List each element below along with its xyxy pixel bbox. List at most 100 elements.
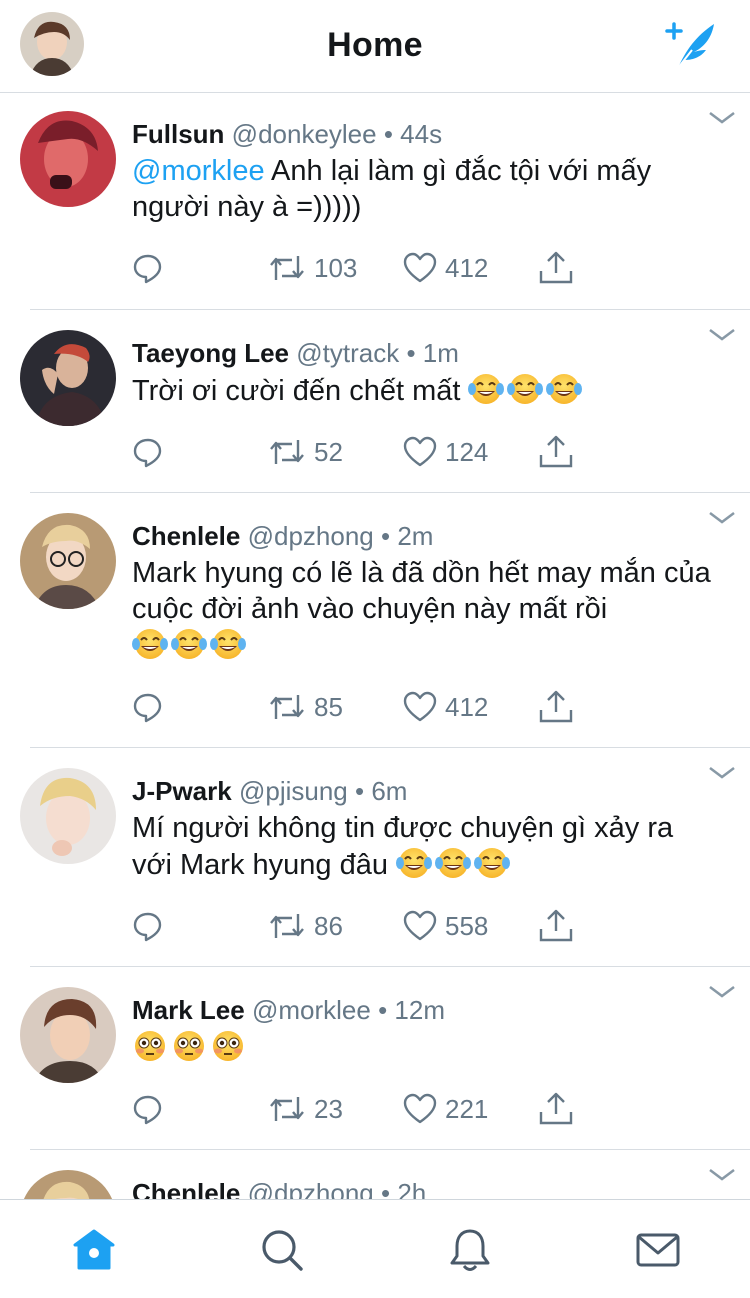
tweet-avatar[interactable] bbox=[20, 513, 116, 609]
heart-icon bbox=[403, 910, 437, 941]
like-button[interactable]: 412 bbox=[403, 248, 488, 288]
display-name[interactable]: Chenlele bbox=[132, 1178, 240, 1199]
like-button[interactable]: 412 bbox=[403, 687, 488, 727]
handle[interactable]: @dpzhong bbox=[248, 521, 374, 551]
like-button[interactable]: 124 bbox=[403, 432, 488, 472]
tweet[interactable]: J-Pwark @pjisung • 6m Mí người không tin… bbox=[0, 748, 750, 967]
chevron-down-icon[interactable] bbox=[708, 766, 736, 780]
share-button[interactable] bbox=[538, 906, 574, 946]
chevron-down-icon[interactable] bbox=[708, 985, 736, 999]
tweet[interactable]: Chenlele @dpzhong • 2m Mark hyung có lẽ … bbox=[0, 493, 750, 748]
bell-icon bbox=[450, 1229, 490, 1271]
tweet-actions: 85 412 bbox=[0, 687, 750, 727]
home-icon bbox=[73, 1229, 115, 1270]
handle[interactable]: @dpzhong bbox=[248, 1178, 374, 1199]
display-name[interactable]: Fullsun bbox=[132, 119, 224, 149]
retweet-count: 103 bbox=[314, 252, 358, 283]
tweet-avatar[interactable] bbox=[20, 330, 116, 426]
tab-home[interactable] bbox=[70, 1226, 118, 1274]
like-count: 412 bbox=[445, 691, 489, 722]
tweet-header: Fullsun @donkeylee • 44s bbox=[132, 119, 442, 150]
display-name[interactable]: Taeyong Lee bbox=[132, 338, 289, 368]
share-icon bbox=[539, 435, 573, 468]
chevron-down-icon[interactable] bbox=[708, 111, 736, 125]
bottom-tab-bar bbox=[0, 1199, 750, 1298]
tweet-actions: 86 558 bbox=[0, 906, 750, 946]
handle[interactable]: @pjisung bbox=[239, 776, 348, 806]
face-with-tears-of-joy-icon bbox=[171, 628, 207, 660]
tweet-header: Taeyong Lee @tytrack • 1m bbox=[132, 338, 459, 369]
tweet-avatar[interactable] bbox=[20, 987, 116, 1083]
reply-icon bbox=[133, 438, 162, 468]
share-button[interactable] bbox=[538, 687, 574, 727]
display-name[interactable]: J-Pwark bbox=[132, 776, 232, 806]
face-with-tears-of-joy-icon bbox=[132, 628, 168, 660]
like-button[interactable]: 221 bbox=[403, 1089, 488, 1129]
tweet[interactable]: Fullsun @donkeylee • 44s @morklee Anh lạ… bbox=[0, 93, 750, 310]
compose-tweet-button[interactable] bbox=[664, 20, 720, 72]
like-button[interactable]: 558 bbox=[403, 906, 488, 946]
tweet-header: J-Pwark @pjisung • 6m bbox=[132, 776, 407, 807]
flushed-face-icon bbox=[134, 1030, 166, 1062]
share-button[interactable] bbox=[538, 432, 574, 472]
handle[interactable]: @tytrack bbox=[296, 338, 399, 368]
tweet-avatar[interactable] bbox=[20, 768, 116, 864]
retweet-button[interactable]: 23 bbox=[268, 1089, 343, 1129]
share-button[interactable] bbox=[538, 1089, 574, 1129]
reply-button[interactable] bbox=[132, 248, 164, 288]
share-button[interactable] bbox=[538, 248, 574, 288]
retweet-icon bbox=[270, 914, 304, 938]
handle[interactable]: @donkeylee bbox=[232, 119, 377, 149]
retweet-button[interactable]: 86 bbox=[268, 906, 343, 946]
tweet-avatar[interactable] bbox=[20, 1170, 116, 1199]
chevron-down-icon[interactable] bbox=[708, 1168, 736, 1182]
display-name[interactable]: Chenlele bbox=[132, 521, 240, 551]
flushed-face-icon bbox=[173, 1030, 205, 1062]
timestamp: • 44s bbox=[383, 119, 443, 149]
retweet-button[interactable]: 52 bbox=[268, 432, 343, 472]
reply-button[interactable] bbox=[132, 432, 164, 472]
retweet-button[interactable]: 85 bbox=[268, 687, 343, 727]
reply-button[interactable] bbox=[132, 687, 164, 727]
tweet[interactable]: Chenlele @dpzhong • 2h bbox=[0, 1150, 750, 1199]
timestamp: • 12m bbox=[378, 995, 445, 1025]
handle[interactable]: @morklee bbox=[252, 995, 371, 1025]
face-with-tears-of-joy-icon bbox=[210, 628, 246, 660]
reply-icon bbox=[133, 693, 162, 723]
reply-icon bbox=[133, 254, 162, 284]
retweet-icon bbox=[270, 695, 304, 719]
chevron-down-icon[interactable] bbox=[708, 328, 736, 342]
share-icon bbox=[539, 690, 573, 723]
like-count: 412 bbox=[445, 252, 489, 283]
chevron-down-icon[interactable] bbox=[708, 511, 736, 525]
heart-icon bbox=[403, 691, 437, 722]
timestamp: • 6m bbox=[355, 776, 408, 806]
tweet-body: Trời ơi cười đến chết mất bbox=[132, 375, 469, 407]
page-title: Home bbox=[327, 26, 423, 64]
tab-messages[interactable] bbox=[634, 1226, 682, 1274]
face-with-tears-of-joy-icon bbox=[435, 847, 472, 879]
tweet[interactable]: Taeyong Lee @tytrack • 1m Trời ơi cười đ… bbox=[0, 310, 750, 493]
display-name[interactable]: Mark Lee bbox=[132, 995, 245, 1025]
reply-button[interactable] bbox=[132, 1089, 164, 1129]
top-header: Home bbox=[0, 0, 750, 93]
timeline-feed[interactable]: Fullsun @donkeylee • 44s @morklee Anh lạ… bbox=[0, 93, 750, 1199]
flushed-face-icon bbox=[212, 1030, 244, 1062]
reply-icon bbox=[133, 912, 162, 942]
tab-search[interactable] bbox=[258, 1226, 306, 1274]
face-with-tears-of-joy-icon bbox=[396, 847, 433, 879]
reply-button[interactable] bbox=[132, 906, 164, 946]
tweet-header: Chenlele @dpzhong • 2m bbox=[132, 521, 433, 552]
tweet-header: Mark Lee @morklee • 12m bbox=[132, 995, 445, 1026]
tweet-avatar[interactable] bbox=[20, 111, 116, 207]
share-icon bbox=[539, 1092, 573, 1125]
mention-link[interactable]: @morklee bbox=[132, 155, 265, 187]
retweet-button[interactable]: 103 bbox=[268, 248, 357, 288]
tab-notifications[interactable] bbox=[446, 1226, 494, 1274]
tweet[interactable]: Mark Lee @morklee • 12m 23 221 bbox=[0, 967, 750, 1150]
timestamp: • 2h bbox=[381, 1178, 427, 1199]
reply-icon bbox=[133, 1095, 162, 1125]
retweet-count: 23 bbox=[314, 1093, 343, 1124]
retweet-count: 86 bbox=[314, 910, 343, 941]
tweet-actions: 103 412 bbox=[0, 248, 750, 288]
